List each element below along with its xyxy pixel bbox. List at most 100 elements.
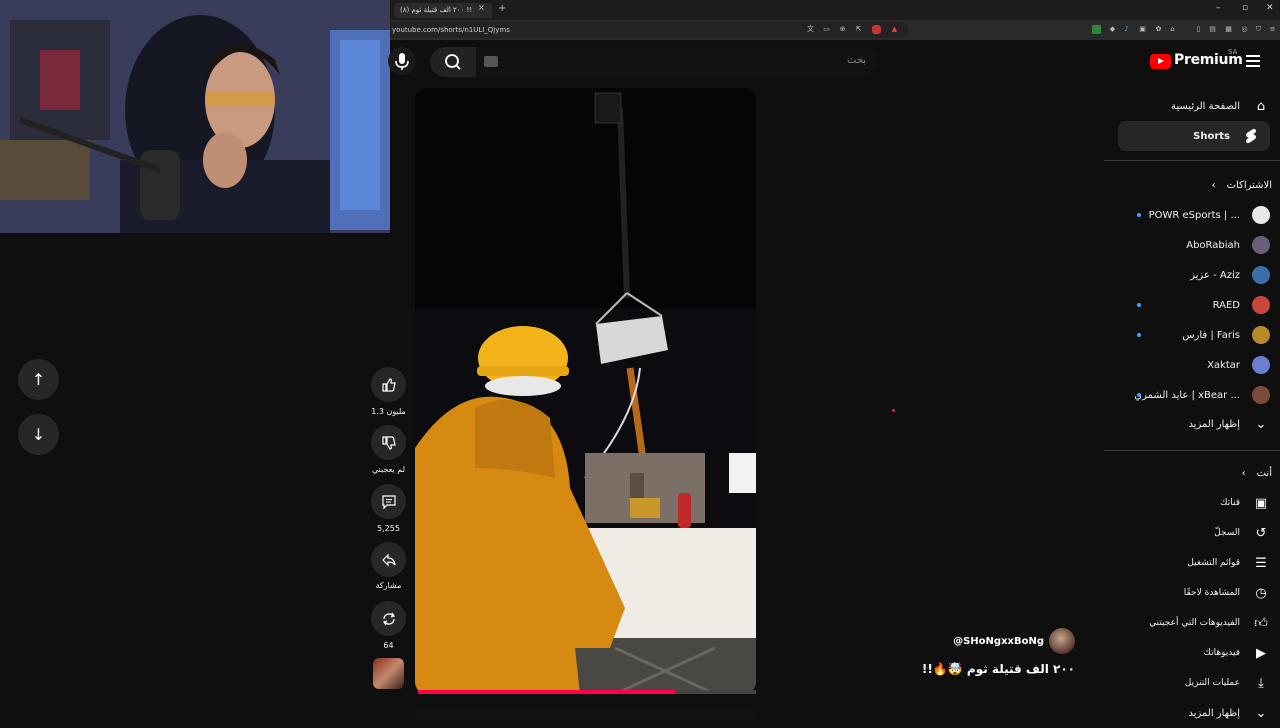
account-icon[interactable]: ◎ [1240, 25, 1249, 34]
sidebar-item-playlists[interactable]: قوائم التشغيل ☰ [1110, 548, 1270, 578]
extension-puzzle-icon[interactable]: ✿ [1154, 25, 1163, 34]
channel-avatar-icon [1252, 266, 1270, 284]
sidebar-item-history[interactable]: السجلّ ↺ [1110, 518, 1270, 548]
next-short-button[interactable]: ↓ [18, 414, 59, 455]
search-button[interactable] [430, 47, 476, 77]
new-tab-icon[interactable]: + [498, 3, 506, 14]
zoom-icon[interactable]: ⊕ [838, 25, 847, 34]
history-icon: ↺ [1255, 525, 1267, 541]
sidebar-subscription-item[interactable]: RAED [1110, 290, 1270, 320]
search-icon [445, 54, 461, 70]
thumbs-up-icon [381, 377, 396, 392]
sidebar-item-watch-later[interactable]: المشاهدة لاحقًا ◷ [1110, 578, 1270, 608]
alert-extension-icon[interactable]: ▲ [890, 25, 899, 34]
sidebar-subscription-item[interactable]: AboRabiah [1110, 230, 1270, 260]
share-page-icon[interactable]: ⇱ [854, 25, 863, 34]
comments-button[interactable] [371, 484, 406, 519]
reader-icon[interactable]: ▭ [822, 25, 831, 34]
channel-avatar-icon [1252, 296, 1270, 314]
subscriptions-header[interactable]: ‹ الاشتراكات [1110, 170, 1272, 200]
show-more-subscriptions[interactable]: إظهار المزيد ⌄ [1110, 409, 1270, 439]
video-progress-bar[interactable] [418, 690, 756, 694]
chevron-icon: ‹ [1241, 467, 1246, 479]
show-more-you[interactable]: إظهار المزيد ⌄ [1110, 698, 1270, 728]
home-icon: ⌂ [1256, 98, 1266, 114]
new-content-dot [1137, 333, 1141, 337]
next-short-preview[interactable] [415, 708, 756, 720]
arrow-down-icon: ↓ [31, 425, 46, 444]
close-window-icon[interactable]: ✕ [1266, 3, 1274, 13]
subscription-name: AboRabiah [1186, 239, 1240, 251]
dislike-button[interactable] [371, 425, 406, 460]
sidebar-subscription-item[interactable]: عايد الشمري | xBear ... [1110, 380, 1270, 410]
bookmark-icon[interactable]: ⌂ [1168, 25, 1177, 34]
shield-icon[interactable]: ⛉ [1254, 25, 1263, 34]
tab-close-icon[interactable]: × [478, 3, 485, 12]
extension-sound-icon[interactable]: ♪ [1122, 25, 1131, 34]
url-text: youtube.com/shorts/n1ULI_Qjyms [392, 26, 510, 34]
sidebar-subscription-item[interactable]: Xaktar [1110, 350, 1270, 380]
menu-icon[interactable]: ≡ [1268, 25, 1277, 34]
show-more-label: إظهار المزيد [1188, 418, 1240, 430]
sidebar-item-your-videos[interactable]: فيديوهاتك ▶ [1110, 638, 1270, 668]
extension-green-icon[interactable] [1092, 25, 1101, 34]
sidebar-subscription-item[interactable]: POWR eSports | ... [1110, 200, 1270, 230]
sidebar-item-liked-videos[interactable]: الفيديوهات التي أعجبتني 👍︎ [1110, 608, 1270, 638]
you-header[interactable]: ‹ أنت [1110, 458, 1272, 488]
subscription-name: POWR eSports | ... [1148, 209, 1240, 221]
comment-count: 5,255 [377, 524, 400, 533]
sidebar-item-shorts[interactable]: Shorts [1118, 121, 1270, 151]
like-button[interactable] [371, 367, 406, 402]
previous-short-button[interactable]: ↑ [18, 359, 59, 400]
new-content-dot [1137, 213, 1141, 217]
sidebar-subscription-item[interactable]: عزيز - Aziz [1110, 260, 1270, 290]
channel-handle[interactable]: @SHoNgxxBoNg [930, 636, 1044, 647]
youtube-premium-logo[interactable]: Premium SA [1150, 48, 1250, 72]
subscription-name: فارس | Faris [1182, 329, 1240, 341]
show-more-label: إظهار المزيد [1188, 707, 1240, 719]
keyboard-icon[interactable] [484, 56, 498, 67]
sidebar-item-label: عمليات التنزيل [1184, 678, 1240, 688]
remix-button[interactable] [371, 601, 406, 636]
wallet-icon[interactable]: ▦ [1224, 25, 1233, 34]
extension-icon[interactable] [872, 25, 881, 34]
hamburger-menu-icon[interactable] [1246, 55, 1260, 67]
search-input[interactable]: بحث [476, 47, 878, 77]
sidebar-toggle-icon[interactable]: ▯ [1194, 25, 1203, 34]
chevron-down-icon: ⌄ [1255, 416, 1267, 432]
like-count: 1.3 مليون [371, 407, 406, 416]
short-title: ٢٠٠ الف قتيلة ثوم 🤯🔥!! [921, 662, 1075, 676]
comment-icon [381, 494, 396, 509]
short-video-player[interactable] [415, 88, 756, 694]
you-title: أنت [1256, 467, 1272, 479]
sidebar-item-label: الصفحة الرئيسية [1171, 100, 1240, 112]
cursor-dot [892, 409, 895, 412]
webcam-overlay [0, 0, 390, 233]
sidebar-item-home[interactable]: الصفحة الرئيسية ⌂ [1110, 91, 1270, 121]
browser-tab-bar: ٢٠٠ الف قتيلة ثوم (٨) !! × + – ▫ ✕ [390, 0, 1280, 20]
share-arrow-icon [381, 553, 396, 566]
country-code: SA [1228, 48, 1238, 56]
video-progress-fill [418, 690, 675, 694]
extension-diamond-icon[interactable]: ◆ [1108, 25, 1117, 34]
minimize-icon[interactable]: – [1216, 3, 1221, 13]
channel-avatar[interactable] [1049, 628, 1075, 654]
sidebar-item-label: قناتك [1220, 498, 1240, 508]
subscription-name: Xaktar [1207, 359, 1240, 371]
downloads-icon: ⤓ [1258, 675, 1264, 691]
sidebar-item-downloads[interactable]: عمليات التنزيل ⤓ [1110, 668, 1270, 698]
subscription-name: RAED [1212, 299, 1240, 311]
sidebar-item-label: Shorts [1193, 130, 1230, 142]
sidebar-item-your-channel[interactable]: قناتك ▣ [1110, 488, 1270, 518]
browser-toolbar: youtube.com/shorts/n1ULI_Qjyms 文 ▭ ⊕ ⇱ ▲… [390, 20, 1280, 40]
audio-thumbnail[interactable] [373, 658, 404, 689]
maximize-icon[interactable]: ▫ [1242, 3, 1248, 13]
sidebar-subscription-item[interactable]: فارس | Faris [1110, 320, 1270, 350]
your-videos-icon: ▶ [1256, 645, 1266, 661]
voice-search-button[interactable] [388, 47, 416, 75]
share-button[interactable] [371, 542, 406, 577]
translate-icon[interactable]: 文 [806, 25, 815, 34]
extension-box-icon[interactable]: ▣ [1138, 25, 1147, 34]
arrow-up-icon: ↑ [31, 370, 46, 389]
download-icon[interactable]: ▤ [1208, 25, 1217, 34]
